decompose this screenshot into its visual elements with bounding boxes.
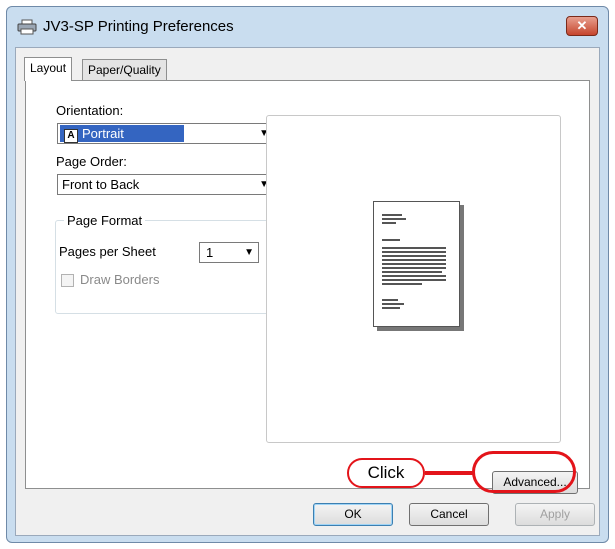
draw-borders-label: Draw Borders xyxy=(80,272,160,287)
pages-per-sheet-label: Pages per Sheet xyxy=(59,244,156,259)
orientation-value: A Portrait xyxy=(60,125,184,143)
callout-connector xyxy=(425,471,475,475)
title-bar[interactable]: JV3-SP Printing Preferences ✕ xyxy=(7,7,608,47)
window-title: JV3-SP Printing Preferences xyxy=(43,18,234,35)
close-icon: ✕ xyxy=(576,18,588,33)
ok-button[interactable]: OK xyxy=(313,503,393,526)
page-format-title: Page Format xyxy=(64,213,146,228)
layout-preview xyxy=(266,115,561,443)
callout-highlight-ring xyxy=(472,451,576,493)
portrait-icon: A xyxy=(64,129,78,143)
apply-button[interactable]: Apply xyxy=(515,503,595,526)
draw-borders-checkbox[interactable] xyxy=(61,274,74,287)
page-order-select[interactable]: Front to Back ▼ xyxy=(57,174,274,195)
click-callout: Click xyxy=(347,458,425,488)
pages-per-sheet-select[interactable]: 1 ▼ xyxy=(199,242,259,263)
orientation-select[interactable]: A Portrait ▼ xyxy=(57,123,274,144)
pages-per-sheet-value: 1 xyxy=(206,245,214,260)
tab-paper-quality[interactable]: Paper/Quality xyxy=(82,59,167,81)
page-format-group: Page Format Pages per Sheet 1 ▼ Draw Bor… xyxy=(55,213,273,314)
chevron-down-icon: ▼ xyxy=(244,247,254,258)
layout-panel: Orientation: A Portrait ▼ Page Order: Fro… xyxy=(25,80,590,489)
orientation-label: Orientation: xyxy=(56,103,124,118)
page-preview-icon xyxy=(373,201,460,327)
cancel-button[interactable]: Cancel xyxy=(409,503,489,526)
page-order-label: Page Order: xyxy=(56,154,127,169)
tab-layout[interactable]: Layout xyxy=(24,57,73,81)
close-button[interactable]: ✕ xyxy=(566,16,598,36)
orientation-value-text: Portrait xyxy=(82,126,124,141)
page-order-value: Front to Back xyxy=(62,177,140,192)
printer-icon xyxy=(17,19,37,35)
